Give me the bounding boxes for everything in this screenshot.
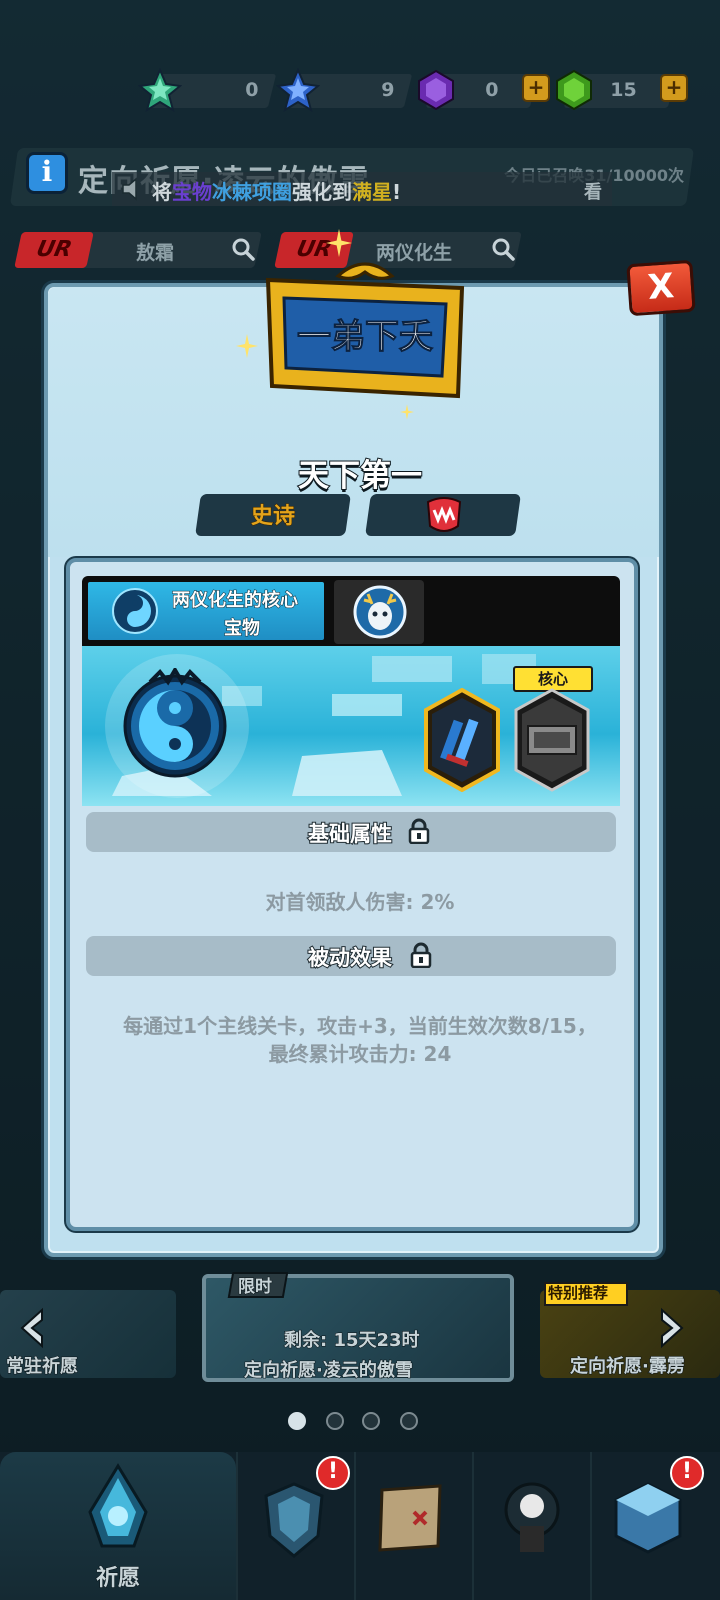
yin-yang-icon [112, 588, 158, 634]
tip-highlight-item: 冰棘项圈 [212, 180, 292, 204]
tab-subtitle: 宝物 [224, 618, 261, 640]
carousel-label: 常驻祈愿 [6, 1356, 79, 1378]
close-button[interactable]: X [626, 259, 696, 317]
add-green-gem-button[interactable]: + [660, 74, 688, 102]
search-icon[interactable] [230, 236, 256, 262]
plaque-text: 一弟下夭 [297, 317, 433, 357]
tip-text: ! [392, 180, 402, 204]
lock-icon [408, 818, 430, 844]
page-dot[interactable] [362, 1412, 380, 1430]
currency-value: 15 [609, 79, 637, 101]
add-purple-gem-button[interactable]: + [522, 74, 550, 102]
tip-highlight-stars: 满星 [352, 180, 392, 204]
sparkle-icon [400, 404, 414, 420]
deer-spirit-icon [353, 585, 407, 639]
rarity-label: 史诗 [250, 504, 295, 530]
notification-badge: ! [670, 1456, 704, 1490]
base-attr-value: 对首领敌人伤害: 2% [265, 890, 455, 914]
character-icon [504, 1482, 560, 1552]
tip-highlight-treasure: 宝物 [172, 180, 212, 204]
item-plaque-icon: 一弟下夭 [265, 262, 465, 399]
ur-selector-name: 敖霜 [136, 242, 175, 264]
carousel-label: 定向祈愿·霹雳 [570, 1356, 686, 1378]
sparkle-icon [236, 334, 258, 358]
ur-tag: UR [14, 232, 94, 268]
limited-tag: 限时 [238, 1277, 273, 1298]
page-dot[interactable] [326, 1412, 344, 1430]
nav-label-wish: 祈愿 [95, 1566, 140, 1592]
cube-icon [614, 1482, 682, 1554]
tip-toast: 将宝物冰棘项圈强化到满星! [112, 172, 612, 206]
blue-star-icon [276, 68, 320, 112]
treasure-map-icon [378, 1484, 442, 1552]
purple-gem-icon [418, 69, 454, 111]
page-dot[interactable] [400, 1412, 418, 1430]
passive-desc-line1: 每通过1个主线关卡，攻击+3，当前生效次数8/15， [123, 1014, 597, 1038]
green-star-icon [138, 68, 182, 112]
tab-title: 两仪化生的核心 [172, 590, 299, 612]
search-icon[interactable] [490, 236, 516, 262]
currency-value: 0 [245, 79, 259, 101]
lock-icon [410, 942, 432, 968]
notification-badge: ! [316, 1456, 350, 1490]
green-gem-icon [556, 69, 592, 111]
recommended-tag: 特别推荐 [548, 1284, 609, 1302]
carousel-label: 定向祈愿·凌云的傲雪 [244, 1360, 414, 1382]
chevron-left-icon[interactable] [14, 1306, 48, 1350]
passive-title: 被动效果 [307, 945, 393, 971]
info-button[interactable]: i [26, 152, 68, 194]
yin-yang-orb-icon [123, 668, 227, 778]
page-dot[interactable] [288, 1412, 306, 1430]
currency-value: 0 [485, 79, 499, 101]
plaque-item-icon[interactable] [512, 688, 592, 792]
monster-mouth-icon [426, 497, 462, 532]
tip-text: 将 [152, 180, 172, 204]
base-attr-title: 基础属性 [307, 821, 393, 847]
shield-icon [264, 1482, 324, 1558]
sparkle-icon [326, 228, 352, 258]
tip-text: 强化到 [292, 180, 352, 204]
chevron-right-icon[interactable] [656, 1306, 690, 1350]
speaker-icon [122, 177, 137, 201]
look-label: 看 [584, 182, 602, 203]
currency-value: 9 [381, 79, 395, 101]
ice-sword-item-icon[interactable] [422, 688, 502, 792]
crystal-altar-icon [88, 1463, 148, 1548]
item-name: 天下第一 [297, 457, 423, 495]
remaining-time: 剩余: 15天23时 [284, 1330, 421, 1352]
passive-desc-line2: 最终累计攻击力: 24 [268, 1042, 452, 1066]
